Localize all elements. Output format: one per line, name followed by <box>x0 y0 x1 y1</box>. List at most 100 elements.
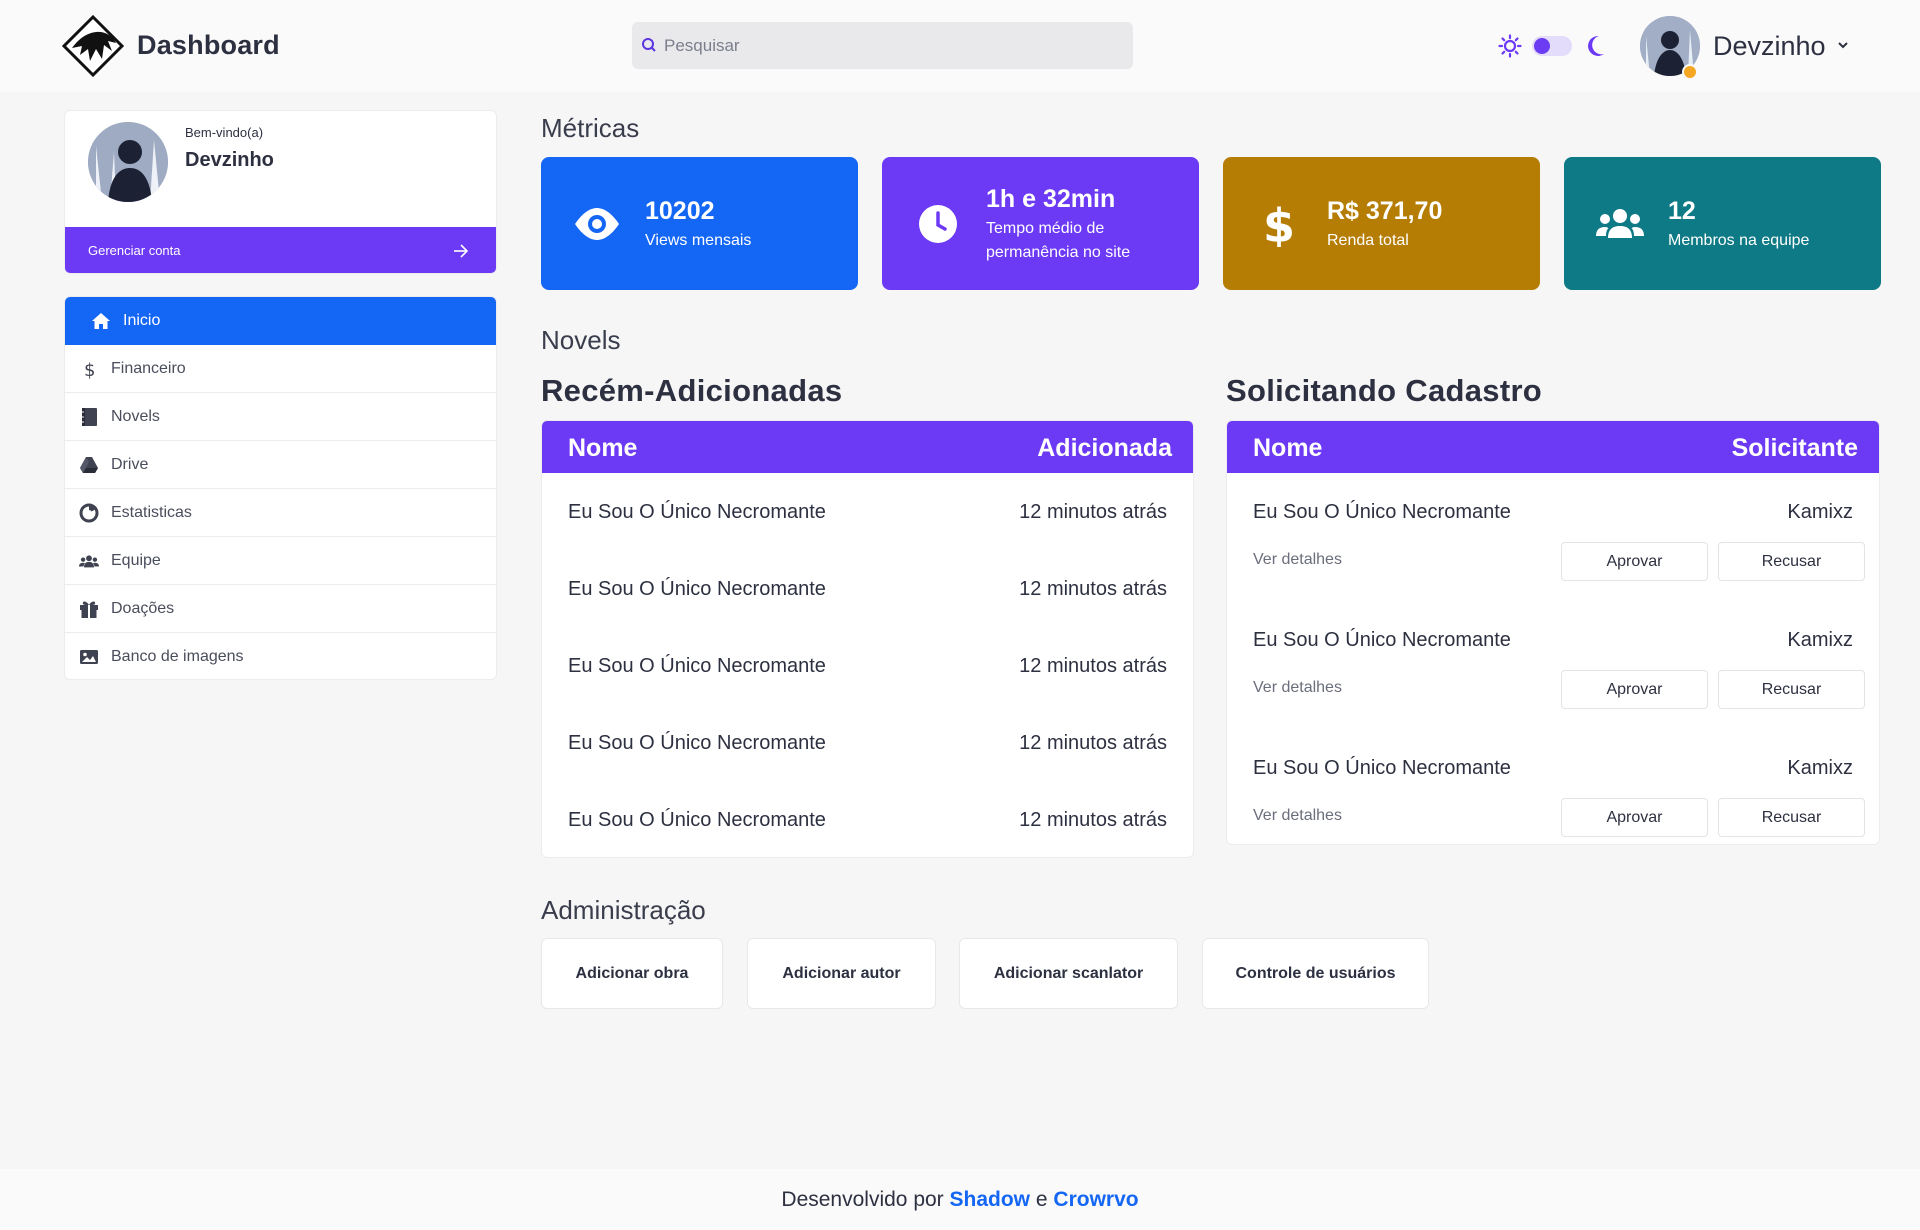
approve-button[interactable]: Aprovar <box>1561 542 1708 581</box>
recent-title: Recém-Adicionadas <box>541 373 843 408</box>
dollar-icon: $ <box>1263 201 1295 247</box>
add-work-button[interactable]: Adicionar obra <box>541 938 723 1009</box>
metric-value: 10202 <box>645 197 715 225</box>
novels-title: Novels <box>541 325 621 355</box>
search-icon <box>642 38 656 52</box>
request-user: Kamixz <box>1787 501 1853 523</box>
theme-toggle[interactable] <box>1532 36 1572 56</box>
table-row-name[interactable]: Eu Sou O Único Necromante <box>568 732 826 755</box>
clock-icon <box>919 205 957 243</box>
request-name: Eu Sou O Único Necromante <box>1253 757 1511 779</box>
reject-button[interactable]: Recusar <box>1718 542 1865 581</box>
table-row-time: 12 minutos atrás <box>1019 655 1167 677</box>
request-name: Eu Sou O Único Necromante <box>1253 501 1511 523</box>
sidebar-item-label: Doações <box>111 600 175 617</box>
table-row-time: 12 minutos atrás <box>1019 501 1167 523</box>
sidebar-item-doacoes[interactable]: Doações <box>65 585 496 633</box>
table-header: Nome Solicitante <box>1227 421 1879 473</box>
details-link[interactable]: Ver detalhes <box>1253 679 1342 697</box>
search-input[interactable] <box>664 22 1119 69</box>
welcome-text: Bem-vindo(a) <box>185 125 264 140</box>
logo-icon[interactable] <box>62 15 124 77</box>
avatar <box>88 122 168 202</box>
eye-icon <box>575 208 619 240</box>
metric-card-revenue: $ R$ 371,70 Renda total <box>1223 157 1540 290</box>
manage-account-button[interactable]: Gerenciar conta <box>65 227 496 273</box>
author-link[interactable]: Crowrvo <box>1053 1188 1138 1211</box>
sidebar-item-label: Estatisticas <box>111 504 192 521</box>
column-header-requester: Solicitante <box>1731 434 1858 462</box>
moon-icon[interactable] <box>1584 34 1606 58</box>
chart-pie-icon <box>79 503 99 523</box>
add-scanlator-button[interactable]: Adicionar scanlator <box>959 938 1178 1009</box>
manage-account-label: Gerenciar conta <box>88 243 181 258</box>
approve-button[interactable]: Aprovar <box>1561 798 1708 837</box>
sidebar-item-drive[interactable]: Drive <box>65 441 496 489</box>
metric-card-views: 10202 Views mensais <box>541 157 858 290</box>
footer-prefix: Desenvolvido por <box>781 1188 944 1211</box>
metric-label: Views mensais <box>645 232 752 249</box>
users-icon <box>79 555 99 568</box>
footer-conj: e <box>1035 1188 1048 1211</box>
sidebar-item-label: Equipe <box>111 552 161 569</box>
sidebar-item-estatisticas[interactable]: Estatisticas <box>65 489 496 537</box>
table-row-name[interactable]: Eu Sou O Único Necromante <box>568 578 826 601</box>
metric-label: Membros na equipe <box>1668 232 1810 249</box>
sidebar-item-label: Inicio <box>123 312 161 329</box>
reject-button[interactable]: Recusar <box>1718 670 1865 709</box>
sidebar-item-inicio[interactable]: Inicio <box>65 297 496 345</box>
column-header-added: Adicionada <box>1037 434 1172 462</box>
details-link[interactable]: Ver detalhes <box>1253 551 1342 569</box>
image-icon <box>80 650 98 664</box>
recent-table: Nome Adicionada Eu Sou O Único Necromant… <box>541 420 1194 858</box>
book-icon <box>81 408 97 426</box>
user-control-button[interactable]: Controle de usuários <box>1202 938 1429 1009</box>
approve-button[interactable]: Aprovar <box>1561 670 1708 709</box>
metric-card-time: 1h e 32min Tempo médio de permanência no… <box>882 157 1199 290</box>
column-header-name: Nome <box>1253 434 1323 462</box>
metric-label: Tempo médio de permanência no site <box>986 220 1131 261</box>
table-row-name[interactable]: Eu Sou O Único Necromante <box>568 809 826 832</box>
svg-text:$: $ <box>1263 201 1295 247</box>
sidebar-item-financeiro[interactable]: $ Financeiro <box>65 345 496 393</box>
sidebar-item-banco-de-imagens[interactable]: Banco de imagens <box>65 633 496 679</box>
reject-button[interactable]: Recusar <box>1718 798 1865 837</box>
admin-title: Administração <box>541 895 706 925</box>
table-row-time: 12 minutos atrás <box>1019 732 1167 754</box>
brand-title[interactable]: Dashboard <box>137 30 280 61</box>
drive-icon <box>80 457 98 473</box>
sun-icon[interactable] <box>1498 34 1522 58</box>
request-user: Kamixz <box>1787 757 1853 779</box>
status-dot <box>1682 64 1698 80</box>
footer: Desenvolvido por Shadow e Crowrvo <box>0 1169 1920 1230</box>
chevron-down-icon[interactable] <box>1836 40 1850 50</box>
sidebar-item-label: Novels <box>111 408 160 425</box>
table-header: Nome Adicionada <box>542 421 1193 473</box>
sidebar-item-novels[interactable]: Novels <box>65 393 496 441</box>
table-row-name[interactable]: Eu Sou O Único Necromante <box>568 501 826 524</box>
sidebar-menu: Inicio $ Financeiro Novels Drive Estatis… <box>64 296 497 680</box>
column-header-name: Nome <box>568 434 638 462</box>
svg-text:$: $ <box>84 360 95 379</box>
metric-label: Renda total <box>1327 232 1409 249</box>
sidebar-item-label: Financeiro <box>111 360 186 377</box>
author-link[interactable]: Shadow <box>950 1188 1031 1211</box>
add-author-button[interactable]: Adicionar autor <box>747 938 936 1009</box>
gift-icon <box>80 601 98 618</box>
sidebar-item-equipe[interactable]: Equipe <box>65 537 496 585</box>
top-bar: Dashboard Devzinho <box>0 0 1920 92</box>
arrow-right-icon <box>454 244 469 258</box>
details-link[interactable]: Ver detalhes <box>1253 807 1342 825</box>
request-user: Kamixz <box>1787 629 1853 651</box>
users-icon <box>1596 209 1644 238</box>
sidebar-item-label: Banco de imagens <box>111 648 244 665</box>
table-row-time: 12 minutos atrás <box>1019 809 1167 831</box>
metric-value: R$ 371,70 <box>1327 197 1443 225</box>
user-name[interactable]: Devzinho <box>1713 31 1826 62</box>
sidebar-item-label: Drive <box>111 456 149 473</box>
metrics-title: Métricas <box>541 113 640 143</box>
profile-name: Devzinho <box>185 149 274 171</box>
search-bar[interactable] <box>632 22 1133 69</box>
dollar-icon: $ <box>84 360 95 379</box>
table-row-name[interactable]: Eu Sou O Único Necromante <box>568 655 826 678</box>
